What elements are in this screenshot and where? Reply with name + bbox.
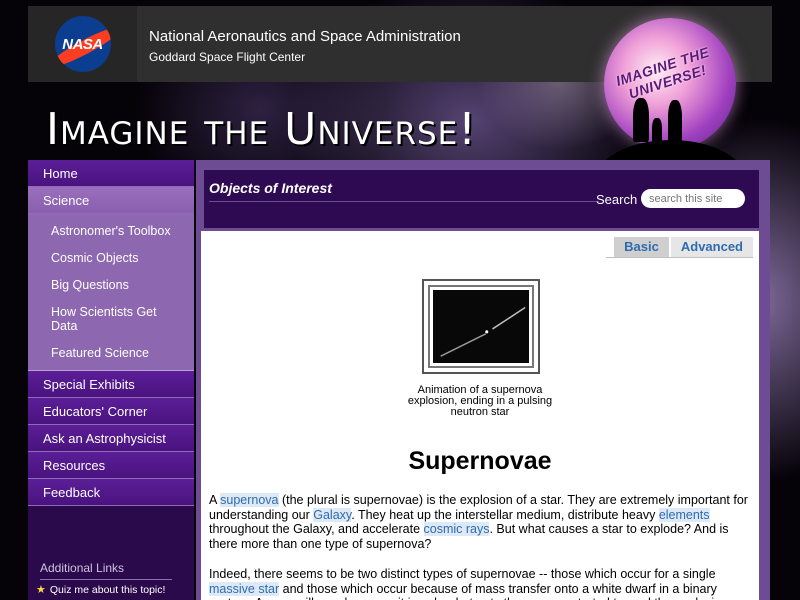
adult-silhouette-icon (668, 100, 682, 142)
nav-sub-big-questions[interactable]: Big Questions (28, 278, 194, 292)
animation-caption: Animation of a supernova explosion, endi… (407, 384, 553, 418)
level-tabs: Basic Advanced (614, 237, 753, 257)
text: . They heat up the interstellar medium, … (351, 507, 659, 522)
center-name[interactable]: Goddard Space Flight Center (149, 50, 305, 64)
intro-paragraph: A supernova (the plural is supernovae) i… (209, 493, 755, 551)
animation-border (428, 285, 534, 368)
section-title: Objects of Interest (209, 180, 332, 196)
tab-basic[interactable]: Basic (614, 237, 669, 257)
additional-links-heading: Additional Links (40, 561, 172, 580)
nav-item-ask-astrophysicist[interactable]: Ask an Astrophysicist (28, 425, 194, 452)
content-panel: Basic Advanced Animation of a supernova … (201, 231, 759, 600)
nav-sub-featured-science[interactable]: Featured Science (28, 346, 194, 360)
nav-item-resources[interactable]: Resources (28, 452, 194, 479)
nav-item-special-exhibits[interactable]: Special Exhibits (28, 371, 194, 398)
quiz-link[interactable]: ★ Quiz me about this topic! (36, 583, 166, 597)
link-cosmic-rays[interactable]: cosmic rays (423, 522, 490, 536)
quiz-link-label[interactable]: Quiz me about this topic! (50, 584, 166, 596)
tab-advanced[interactable]: Advanced (670, 237, 753, 257)
nav-item-home[interactable]: Home (28, 160, 194, 187)
child-silhouette-icon (652, 118, 662, 142)
nav-sub-astronomers-toolbox[interactable]: Astronomer's Toolbox (28, 224, 194, 238)
left-nav: Home Science Astronomer's Toolbox Cosmic… (28, 160, 194, 600)
supernova-image (440, 306, 526, 357)
text: throughout the Galaxy, and accelerate (209, 522, 424, 536)
section-divider (209, 201, 599, 202)
nav-item-science[interactable]: Science (28, 187, 194, 214)
section-header: Objects of Interest Search (204, 170, 759, 228)
adult-silhouette-icon (633, 98, 649, 142)
nasa-logo-box[interactable]: NASA (28, 6, 137, 82)
nasa-logo[interactable]: NASA (54, 16, 111, 72)
link-galaxy[interactable]: Galaxy (313, 507, 352, 522)
link-massive-star[interactable]: massive star (209, 581, 280, 596)
search-input[interactable] (641, 189, 745, 208)
nav-item-educators-corner[interactable]: Educators' Corner (28, 398, 194, 425)
page-title: Supernovae (408, 447, 552, 475)
agency-name[interactable]: National Aeronautics and Space Administr… (149, 28, 461, 45)
text: A (209, 493, 221, 507)
tab-underline (606, 257, 753, 258)
link-elements[interactable]: elements (658, 507, 710, 522)
nasa-logo-text: NASA (62, 35, 103, 53)
supernova-animation[interactable] (422, 279, 540, 374)
nav-sub-how-scientists-get-data[interactable]: How Scientists Get Data (28, 305, 194, 333)
link-supernova[interactable]: supernova (220, 493, 279, 507)
nav-sub-cosmic-objects[interactable]: Cosmic Objects (28, 251, 194, 265)
animation-screen (433, 290, 529, 363)
star-icon: ★ (36, 584, 46, 596)
site-banner-title[interactable]: Imagine the Universe! (46, 104, 477, 155)
text: Indeed, there seems to be two distinct t… (209, 567, 716, 581)
nav-item-feedback[interactable]: Feedback (28, 479, 194, 506)
search-label: Search (596, 192, 638, 207)
text: and those which occur because of mass tr… (209, 581, 728, 600)
science-submenu: Astronomer's Toolbox Cosmic Objects Big … (28, 214, 194, 371)
second-paragraph: Indeed, there seems to be two distinct t… (209, 567, 755, 600)
